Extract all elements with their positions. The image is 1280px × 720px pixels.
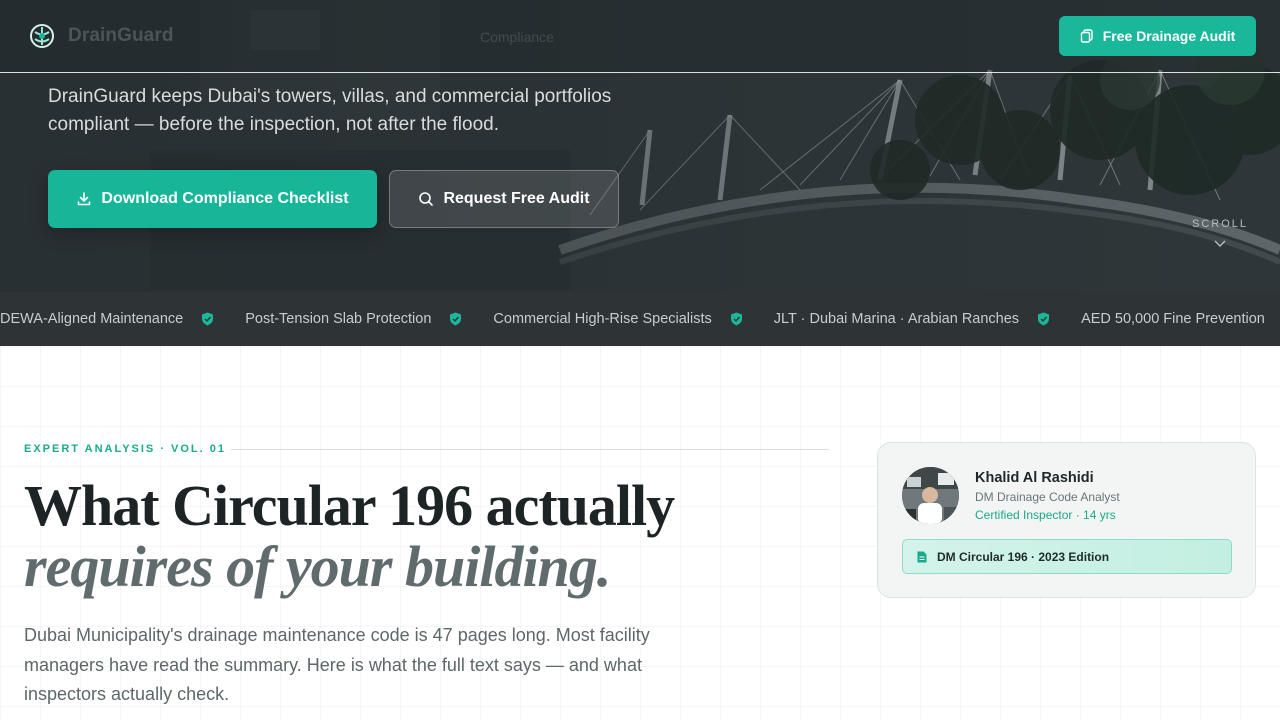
shield-check-icon [450, 312, 462, 326]
shield-check-icon [730, 312, 742, 326]
download-icon [78, 192, 91, 206]
feature-ticker: DEWA-Aligned Maintenance Post-Tension Sl… [0, 292, 1280, 346]
avatar [902, 467, 959, 524]
author-photo [902, 467, 959, 524]
article-headline-line1: What Circular 196 actually [24, 473, 675, 538]
free-audit-nav-label: Free Drainage Audit [1102, 28, 1236, 44]
document-icon [917, 551, 927, 562]
document-badge[interactable]: DM Circular 196 · 2023 Edition [902, 539, 1232, 574]
ticker-item-label: AED 50,000 Fine Prevention [1081, 311, 1265, 327]
article-lede: Dubai Municipality's drainage maintenanc… [24, 625, 650, 704]
scroll-indicator-label[interactable]: SCROLL [1186, 218, 1254, 230]
request-audit-button[interactable]: Request Free Audit [389, 170, 619, 228]
author-credential: Certified Inspector · 14 yrs [975, 508, 1116, 522]
article-headline-line2: requires of your building. [24, 534, 611, 599]
chevron-down-icon[interactable] [1213, 238, 1227, 250]
request-audit-label: Request Free Audit [443, 190, 590, 207]
nav-link-compliance[interactable]: Compliance [480, 29, 554, 45]
author-card: Khalid Al Rashidi DM Drainage Code Analy… [877, 442, 1256, 598]
search-icon [419, 192, 434, 206]
top-navigation: DrainGuard Compliance Free Drainage Audi… [0, 0, 1280, 73]
ticker-item: Commercial High-Rise Specialists [493, 311, 773, 327]
ticker-item-label: DEWA-Aligned Maintenance [0, 311, 184, 327]
ticker-item-label: Post-Tension Slab Protection [245, 311, 432, 327]
ticker-item: DEWA-Aligned Maintenance [0, 311, 245, 327]
author-name: Khalid Al Rashidi [975, 470, 1094, 486]
author-role: DM Drainage Code Analyst [975, 490, 1120, 504]
download-checklist-label: Download Compliance Checklist [101, 190, 349, 207]
document-copy-icon [1080, 29, 1093, 43]
document-badge-label: DM Circular 196 · 2023 Edition [937, 549, 1110, 564]
ticker-track: DEWA-Aligned Maintenance Post-Tension Sl… [0, 292, 1265, 346]
free-audit-nav-button[interactable]: Free Drainage Audit [1059, 16, 1256, 56]
drainguard-logo-icon[interactable] [29, 23, 55, 49]
hero-section: DrainGuard Compliance Free Drainage Audi… [0, 0, 1280, 292]
brand-name[interactable]: DrainGuard [68, 25, 174, 47]
ticker-item: JLT · Dubai Marina · Arabian Ranches [774, 311, 1081, 327]
download-checklist-button[interactable]: Download Compliance Checklist [48, 170, 377, 228]
shield-check-icon [202, 312, 214, 326]
ticker-item-label: JLT · Dubai Marina · Arabian Ranches [773, 311, 1020, 327]
ticker-item: Post-Tension Slab Protection [245, 311, 493, 327]
ticker-item-label: Commercial High-Rise Specialists [493, 311, 712, 327]
shield-check-icon [1038, 312, 1050, 326]
eyebrow-divider [231, 449, 829, 450]
hero-subtitle: DrainGuard keeps Dubai's towers, villas,… [48, 86, 612, 135]
article-eyebrow: EXPERT ANALYSIS · VOL. 01 [24, 443, 227, 455]
ticker-item: AED 50,000 Fine Prevention [1081, 311, 1265, 327]
